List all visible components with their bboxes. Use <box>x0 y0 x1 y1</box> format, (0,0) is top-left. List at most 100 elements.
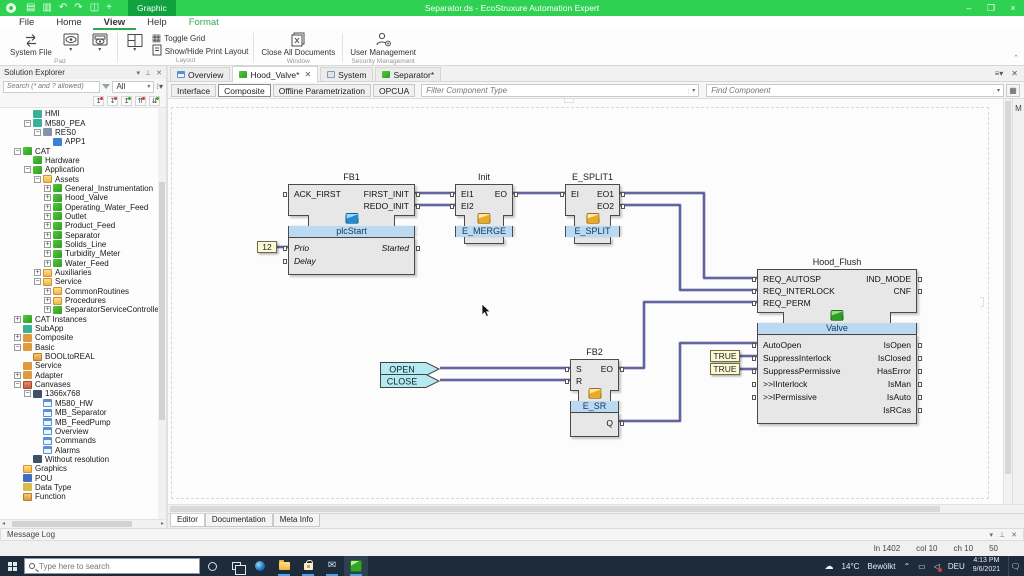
output-pin[interactable] <box>416 204 420 209</box>
tab-close-icon[interactable]: ✕ <box>1011 69 1018 78</box>
tree-item-commands[interactable]: Commands <box>0 436 166 445</box>
tree-expander-icon[interactable]: + <box>44 260 51 267</box>
connector-close[interactable]: CLOSE <box>380 374 442 390</box>
minimize-button[interactable]: – <box>958 0 980 16</box>
tree-expander-icon[interactable]: − <box>34 278 41 285</box>
weather-temp[interactable]: 14°C <box>842 562 860 571</box>
redo-icon[interactable]: ↷ <box>74 0 82 16</box>
tree-item-product-feed[interactable]: +Product_Feed <box>0 221 166 230</box>
window-layout-button[interactable]: ▾ <box>123 31 147 53</box>
tree-expander-icon[interactable]: − <box>24 390 31 397</box>
output-pin[interactable] <box>620 367 624 372</box>
panel-close-icon[interactable]: ✕ <box>156 69 162 77</box>
literal-value[interactable]: 12 <box>257 241 277 253</box>
clock[interactable]: 4:13 PM 9/6/2021 <box>973 557 1000 575</box>
tree-horizontal-scrollbar[interactable]: ◂▸ <box>0 519 166 528</box>
taskbar-search-input[interactable] <box>39 562 169 571</box>
tree-item-service[interactable]: Service <box>0 361 166 370</box>
tree-item-basic[interactable]: −Basic <box>0 343 166 352</box>
save-all-icon[interactable]: ▥ <box>42 0 51 16</box>
output-pin[interactable] <box>621 192 625 197</box>
tree-item-solids-line[interactable]: +Solids_Line <box>0 240 166 249</box>
tree-expander-icon[interactable]: + <box>44 241 51 248</box>
input-pin[interactable] <box>450 192 454 197</box>
expand-green-icon[interactable]: ↥ <box>121 96 132 106</box>
doc-tab-hood-valve[interactable]: Hood_Valve*✕ <box>232 66 318 82</box>
chevron-down-icon[interactable]: ▾ <box>688 87 698 94</box>
tree-expander-icon[interactable]: + <box>44 204 51 211</box>
menu-tab-format[interactable]: Format <box>178 16 230 30</box>
filter-funnel-icon[interactable] <box>102 84 110 89</box>
input-pin[interactable] <box>752 395 756 400</box>
panel-menu-icon[interactable]: ▾ <box>137 69 141 77</box>
bottom-tab-meta-info[interactable]: Meta Info <box>273 514 320 527</box>
view-button-interface[interactable]: Interface <box>171 84 216 97</box>
tree-item-auxiliaries[interactable]: +Auxiliaries <box>0 268 166 277</box>
tree-item-hood-valve[interactable]: +Hood_Valve <box>0 193 166 202</box>
tree-expander-icon[interactable]: + <box>44 306 51 313</box>
tree-item-graphics[interactable]: Graphics <box>0 464 166 473</box>
tree-item-canvases[interactable]: −Canvases <box>0 380 166 389</box>
cortana-button[interactable] <box>200 556 224 576</box>
input-pin[interactable] <box>283 192 287 197</box>
close-button[interactable]: × <box>1002 0 1024 16</box>
tree-expander-icon[interactable]: − <box>14 381 21 388</box>
tree-item-assets[interactable]: −Assets <box>0 174 166 183</box>
doc-tab-system[interactable]: System <box>320 67 373 81</box>
tree-expander-icon[interactable]: − <box>34 129 41 136</box>
doc-tab-overview[interactable]: Overview <box>170 67 230 81</box>
tree-item-pou[interactable]: POU <box>0 473 166 482</box>
tree-item-cat-instances[interactable]: +CAT Instances <box>0 315 166 324</box>
ecostruxure-app-button[interactable] <box>344 556 368 576</box>
save-icon[interactable]: ▤ <box>26 0 35 16</box>
menu-tab-file[interactable]: File <box>8 16 45 30</box>
fbd-canvas[interactable]: FB1ACK_FIRSTFIRST_INITREDO_INITplcStartP… <box>168 99 1003 504</box>
filter-all-dropdown[interactable]: All▾ <box>112 81 154 93</box>
tree-expander-icon[interactable]: + <box>44 297 51 304</box>
output-pin[interactable] <box>918 408 922 413</box>
output-pin[interactable] <box>514 192 518 197</box>
restore-button[interactable]: ❒ <box>980 0 1002 16</box>
tree-expander-icon[interactable]: − <box>24 120 31 127</box>
tree-expander-icon[interactable]: − <box>14 344 21 351</box>
input-pin[interactable] <box>752 369 756 374</box>
tree-item-service[interactable]: −Service <box>0 277 166 286</box>
tree-item-overview[interactable]: Overview <box>0 427 166 436</box>
solution-search-input[interactable] <box>3 81 100 93</box>
literal-value[interactable]: TRUE <box>710 363 740 375</box>
literal-value[interactable]: TRUE <box>710 350 740 362</box>
input-pin[interactable] <box>565 379 569 384</box>
canvas-horizontal-scrollbar[interactable] <box>168 504 1024 513</box>
filter-more-icon[interactable]: ⁝▾ <box>156 82 163 91</box>
tree-item-mb-separator[interactable]: MB_Separator <box>0 408 166 417</box>
close-all-documents-button[interactable]: Close All Documents <box>259 31 337 58</box>
system-file-button[interactable]: System File <box>8 31 54 58</box>
collapse-item-icon[interactable]: ↧ <box>107 96 118 106</box>
tree-expander-icon[interactable]: − <box>14 148 21 155</box>
doc-tab-separator[interactable]: Separator* <box>375 67 441 81</box>
tree-expander-icon[interactable]: + <box>44 232 51 239</box>
input-pin[interactable] <box>752 301 756 306</box>
tree-item-cat[interactable]: −CAT <box>0 146 166 155</box>
tree-item-booltoreal[interactable]: BOOLtoREAL <box>0 352 166 361</box>
tree-item-adapter[interactable]: +Adapter <box>0 371 166 380</box>
speaker-muted-icon[interactable]: ◁ <box>934 562 940 571</box>
security-app-button[interactable] <box>296 556 320 576</box>
find-options-button[interactable]: ▦ <box>1006 84 1020 97</box>
tree-expander-icon[interactable]: + <box>14 372 21 379</box>
pin-icon[interactable]: ⊥ <box>145 69 151 77</box>
view-button-offline-parametrization[interactable]: Offline Parametrization <box>273 84 371 97</box>
expand-item-icon[interactable]: ↥ <box>93 96 104 106</box>
bottom-tab-editor[interactable]: Editor <box>170 514 205 527</box>
input-pin[interactable] <box>752 277 756 282</box>
canvas-vertical-scrollbar[interactable] <box>1003 99 1012 504</box>
ribbon-collapse-icon[interactable]: ⌃ <box>1013 54 1019 62</box>
output-pin[interactable] <box>918 289 922 294</box>
panel-close-icon[interactable]: ✕ <box>1011 531 1017 539</box>
tree-expander-icon[interactable]: + <box>44 222 51 229</box>
input-pin[interactable] <box>560 192 564 197</box>
output-pin[interactable] <box>918 369 922 374</box>
tree-item-app1[interactable]: APP1 <box>0 137 166 146</box>
output-pin[interactable] <box>416 246 420 251</box>
network-icon[interactable]: ▭ <box>918 562 926 571</box>
